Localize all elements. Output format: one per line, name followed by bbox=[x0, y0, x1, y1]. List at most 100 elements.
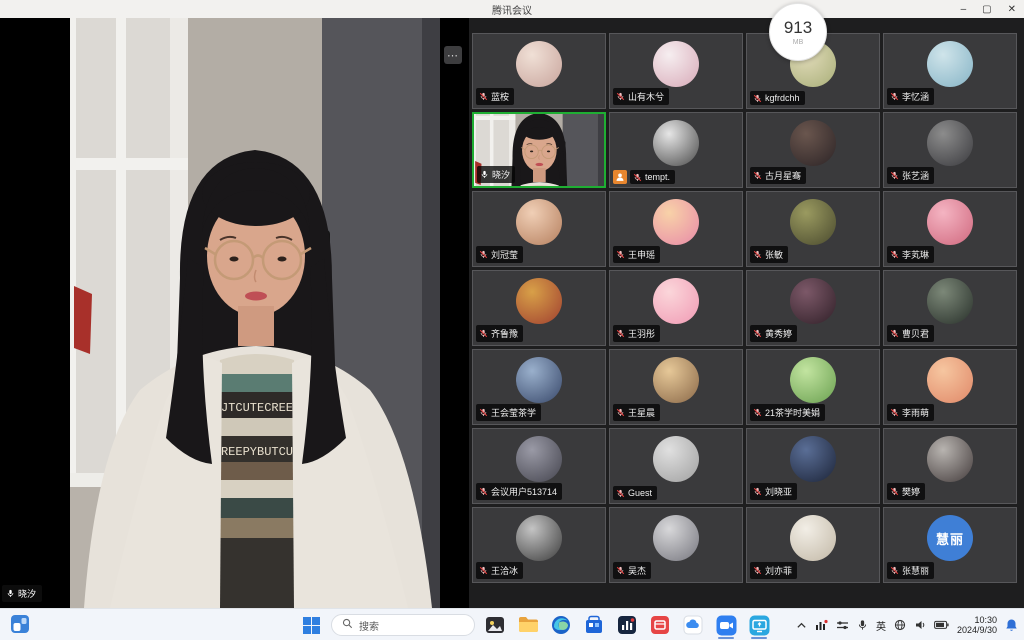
participant-labelbar: 王星晨 bbox=[613, 404, 660, 421]
notification-bell-icon[interactable] bbox=[1005, 618, 1018, 632]
participant-tile[interactable]: 齐鲁豫 bbox=[472, 270, 606, 346]
participant-name: 樊婷 bbox=[902, 485, 920, 498]
traffic-unit: MB bbox=[793, 39, 804, 46]
microsoft-store-icon[interactable] bbox=[581, 610, 607, 640]
taskbar-clock[interactable]: 10:30 2024/9/30 bbox=[957, 615, 997, 636]
main-video-pane[interactable]: 晓汐 bbox=[0, 18, 469, 608]
hidden-icons-chevron[interactable] bbox=[796, 620, 807, 631]
participant-tile[interactable]: 张艺涵 bbox=[883, 112, 1017, 188]
mic-muted-icon bbox=[753, 250, 762, 259]
network-globe-icon[interactable] bbox=[894, 619, 906, 631]
participant-tile[interactable]: tempt. bbox=[609, 112, 743, 188]
participant-tile[interactable]: 山有木兮 bbox=[609, 33, 743, 109]
participant-tile[interactable]: 李芄琳 bbox=[883, 191, 1017, 267]
start-button[interactable] bbox=[298, 610, 324, 640]
participant-tile[interactable]: 曹贝君 bbox=[883, 270, 1017, 346]
participant-tile[interactable]: 刘亦菲 bbox=[746, 507, 880, 583]
red-app-icon[interactable] bbox=[647, 610, 673, 640]
sliders-icon[interactable] bbox=[836, 619, 849, 631]
self-video-label: 晓汐 bbox=[2, 585, 42, 602]
participant-tile[interactable]: 会议用户513714 bbox=[472, 428, 606, 504]
self-video bbox=[70, 18, 440, 608]
participant-name: 刘晓亚 bbox=[765, 485, 792, 498]
participant-tile[interactable]: 李忆涵 bbox=[883, 33, 1017, 109]
participant-labelbar: 张艺涵 bbox=[887, 167, 934, 184]
participant-labelbar: 会议用户513714 bbox=[476, 483, 562, 500]
mic-muted-icon bbox=[890, 92, 899, 101]
participant-name: 齐鲁豫 bbox=[491, 327, 518, 340]
microphone-tray-icon[interactable] bbox=[857, 619, 868, 631]
avatar bbox=[927, 357, 973, 403]
maximize-button[interactable]: ▢ bbox=[982, 4, 991, 15]
avatar bbox=[653, 278, 699, 324]
participant-name: 王申瑶 bbox=[628, 248, 655, 261]
avatar bbox=[653, 41, 699, 87]
tencent-meeting-icon[interactable] bbox=[713, 610, 739, 640]
avatar bbox=[927, 436, 973, 482]
participant-labelbar: kgfrdchh bbox=[750, 91, 805, 105]
avatar bbox=[653, 515, 699, 561]
ime-language[interactable]: 英 bbox=[876, 618, 886, 633]
mic-muted-icon bbox=[616, 566, 625, 575]
grid-collapse-button[interactable]: ⋯ bbox=[444, 46, 462, 64]
system-tray: 英 10:30 2024/9/30 bbox=[796, 609, 1018, 640]
clock-time: 10:30 bbox=[957, 615, 997, 626]
participant-tile[interactable]: 王洽冰 bbox=[472, 507, 606, 583]
network-traffic-badge[interactable]: 913 MB bbox=[769, 3, 827, 61]
participant-tile[interactable]: 樊婷 bbox=[883, 428, 1017, 504]
volume-icon[interactable] bbox=[914, 619, 926, 631]
screen-share-app-icon[interactable] bbox=[746, 610, 772, 640]
participant-tile[interactable]: Guest bbox=[609, 428, 743, 504]
widgets-icon[interactable] bbox=[10, 614, 30, 639]
participant-name: 李雨萌 bbox=[902, 406, 929, 419]
edge-browser-icon[interactable] bbox=[548, 610, 574, 640]
participant-tile[interactable]: 王会莹茶学 bbox=[472, 349, 606, 425]
participant-labelbar: 李芄琳 bbox=[887, 246, 934, 263]
close-button[interactable]: ✕ bbox=[1008, 4, 1016, 15]
participant-tile[interactable]: 蓝桉 bbox=[472, 33, 606, 109]
participant-tile[interactable]: 张敏 bbox=[746, 191, 880, 267]
participant-tile[interactable]: 21茶学时美娟 bbox=[746, 349, 880, 425]
participant-tile[interactable]: 古月星骞 bbox=[746, 112, 880, 188]
photos-icon[interactable] bbox=[482, 610, 508, 640]
media-levels-tray-icon[interactable] bbox=[815, 619, 828, 631]
participant-tile[interactable]: 吴杰 bbox=[609, 507, 743, 583]
participant-name: 会议用户513714 bbox=[491, 485, 557, 498]
participant-name: 王羽彤 bbox=[628, 327, 655, 340]
media-levels-icon[interactable] bbox=[614, 610, 640, 640]
avatar bbox=[790, 515, 836, 561]
participant-tile[interactable]: 晓汐 bbox=[472, 112, 606, 188]
participant-tile[interactable]: 黄秀婷 bbox=[746, 270, 880, 346]
participant-tile[interactable]: 王申瑶 bbox=[609, 191, 743, 267]
participant-labelbar: 吴杰 bbox=[613, 562, 651, 579]
mic-muted-icon bbox=[753, 408, 762, 417]
mic-muted-icon bbox=[753, 171, 762, 180]
avatar bbox=[790, 120, 836, 166]
mic-muted-icon bbox=[616, 329, 625, 338]
file-explorer-icon[interactable] bbox=[515, 610, 541, 640]
mic-on-icon bbox=[480, 170, 489, 179]
mic-muted-icon bbox=[633, 173, 642, 182]
participant-tile[interactable]: 刘晓亚 bbox=[746, 428, 880, 504]
participant-name: 王星晨 bbox=[628, 406, 655, 419]
avatar bbox=[790, 278, 836, 324]
participant-labelbar: Guest bbox=[613, 486, 657, 500]
participant-name: 曹贝君 bbox=[902, 327, 929, 340]
traffic-value: 913 bbox=[784, 18, 812, 38]
cloud-drive-icon[interactable] bbox=[680, 610, 706, 640]
participant-tile[interactable]: 慧丽张慧丽 bbox=[883, 507, 1017, 583]
meeting-content: 晓汐 蓝桉山有木兮kgfrdchh李忆涵晓汐tempt.古月星骞张艺涵刘冠莹王申… bbox=[0, 18, 1024, 608]
participant-labelbar: 王申瑶 bbox=[613, 246, 660, 263]
participant-tile[interactable]: 刘冠莹 bbox=[472, 191, 606, 267]
participant-tile[interactable]: 李雨萌 bbox=[883, 349, 1017, 425]
participant-labelbar: 王洽冰 bbox=[476, 562, 523, 579]
participant-labelbar: 樊婷 bbox=[887, 483, 925, 500]
battery-icon[interactable] bbox=[934, 620, 949, 630]
participant-tile[interactable]: 王星晨 bbox=[609, 349, 743, 425]
mic-muted-icon bbox=[890, 408, 899, 417]
minimize-button[interactable]: – bbox=[961, 4, 967, 15]
mic-muted-icon bbox=[479, 329, 488, 338]
search-input[interactable]: 搜索 bbox=[331, 614, 475, 636]
participant-tile[interactable]: 王羽彤 bbox=[609, 270, 743, 346]
participant-labelbar: 张慧丽 bbox=[887, 562, 934, 579]
